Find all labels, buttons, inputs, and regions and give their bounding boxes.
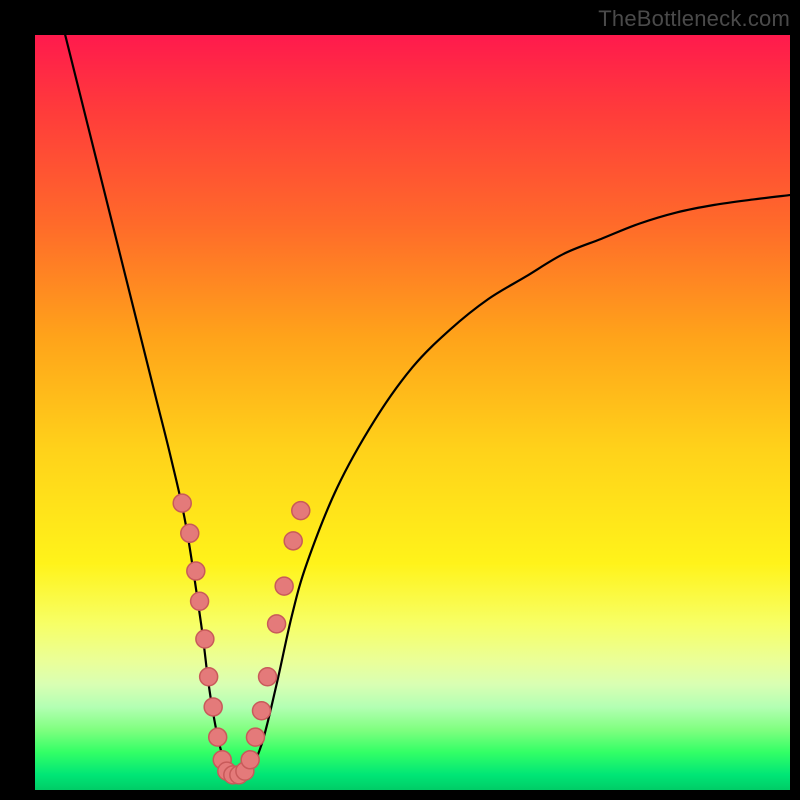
curve-markers <box>173 494 310 784</box>
bottleneck-curve <box>65 35 790 778</box>
watermark-text: TheBottleneck.com <box>598 6 790 32</box>
curve-marker <box>209 728 227 746</box>
curve-marker <box>181 524 199 542</box>
curve-marker <box>284 532 302 550</box>
curve-marker <box>246 728 264 746</box>
chart-frame: TheBottleneck.com <box>0 0 800 800</box>
curve-marker <box>204 698 222 716</box>
curve-marker <box>187 562 205 580</box>
curve-marker <box>259 668 277 686</box>
curve-marker <box>196 630 214 648</box>
plot-area <box>35 35 790 790</box>
curve-marker <box>275 577 293 595</box>
curve-marker <box>191 592 209 610</box>
curve-marker <box>241 751 259 769</box>
curve-marker <box>253 702 271 720</box>
curve-marker <box>173 494 191 512</box>
curve-marker <box>268 615 286 633</box>
curve-marker <box>292 502 310 520</box>
curve-svg <box>35 35 790 790</box>
curve-marker <box>200 668 218 686</box>
